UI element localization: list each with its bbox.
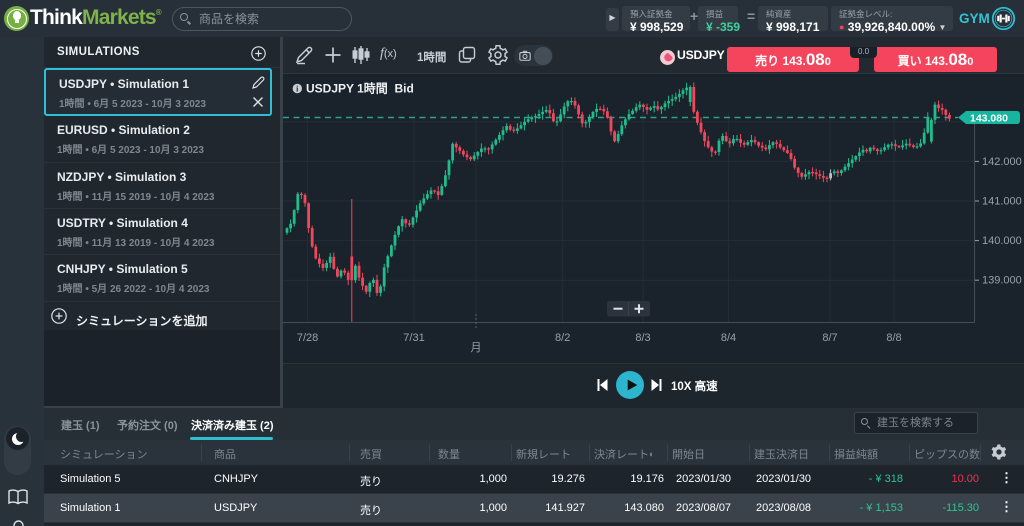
svg-text:8/4: 8/4	[721, 332, 736, 344]
svg-text:8/8: 8/8	[886, 332, 901, 344]
svg-text:141.000: 141.000	[982, 196, 1022, 208]
svg-text:月: 月	[471, 342, 482, 354]
svg-text:8/3: 8/3	[635, 332, 650, 344]
svg-text:8/7: 8/7	[822, 332, 837, 344]
svg-text:142.000: 142.000	[982, 156, 1022, 168]
svg-text:139.000: 139.000	[982, 275, 1022, 287]
svg-text:8/2: 8/2	[555, 332, 570, 344]
svg-text:USDJPY 1時間 Bid: USDJPY 1時間 Bid	[306, 81, 414, 96]
svg-text:7/31: 7/31	[403, 332, 424, 344]
svg-text:143.080: 143.080	[970, 113, 1008, 125]
svg-text:140.000: 140.000	[982, 235, 1022, 247]
svg-text:7/28: 7/28	[297, 332, 318, 344]
